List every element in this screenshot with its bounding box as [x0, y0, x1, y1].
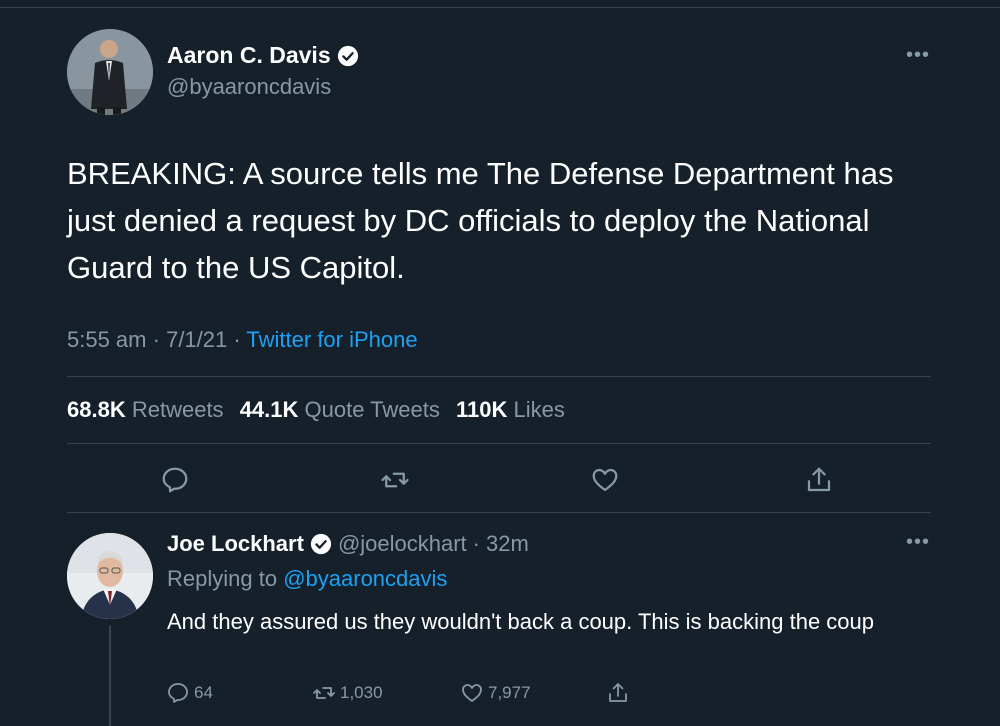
reply-like-button[interactable]: 7,977 — [460, 680, 531, 706]
heart-icon — [592, 468, 618, 492]
share-button[interactable] — [804, 465, 834, 495]
heart-icon — [462, 684, 482, 702]
reply-like-count: 7,977 — [488, 683, 531, 702]
quotes-label: Quote Tweets — [304, 397, 440, 422]
retweet-icon — [313, 687, 335, 699]
divider — [67, 512, 931, 513]
retweet-button[interactable] — [380, 465, 410, 495]
reply-retweet-count: 1,030 — [340, 683, 383, 702]
retweets-label: Retweets — [131, 397, 224, 422]
quotes-stat[interactable]: 44.1K Quote Tweets — [240, 397, 440, 422]
tweet-stats: 68.8K Retweets 44.1K Quote Tweets 110K L… — [67, 397, 565, 423]
retweet-icon — [381, 472, 409, 488]
like-button[interactable] — [590, 465, 620, 495]
divider — [67, 376, 931, 377]
retweets-stat[interactable]: 68.8K Retweets — [67, 397, 224, 422]
reply-icon — [168, 683, 188, 703]
reply-header: Joe Lockhart @joelockhart · 32m — [167, 531, 529, 557]
meta-separator: · — [233, 327, 247, 352]
verified-badge-icon — [337, 45, 359, 67]
reply-icon — [162, 467, 188, 493]
more-icon[interactable]: ••• — [905, 532, 931, 552]
top-divider — [0, 7, 1000, 8]
reply-button[interactable] — [160, 465, 190, 495]
replying-to: Replying to @byaaroncdavis — [167, 566, 447, 592]
reply-author-avatar[interactable] — [67, 533, 153, 619]
author-name-text: Aaron C. Davis — [167, 42, 331, 68]
meta-separator: · — [152, 327, 167, 352]
more-icon[interactable]: ••• — [905, 45, 931, 65]
tweet-text: BREAKING: A source tells me The Defense … — [67, 156, 903, 285]
reply-time[interactable]: 32m — [486, 531, 529, 557]
quotes-count: 44.1K — [239, 397, 299, 422]
meta-separator: · — [472, 531, 480, 556]
author-name[interactable]: Aaron C. Davis — [167, 42, 359, 69]
reply-reply-button[interactable]: 64 — [166, 680, 213, 706]
tweet-meta: 5:55 am · 7/1/21 · Twitter for iPhone — [67, 327, 418, 353]
author-avatar[interactable] — [67, 29, 153, 115]
likes-count: 110K — [456, 397, 508, 422]
replying-to-link[interactable]: @byaaroncdavis — [283, 566, 447, 591]
verified-badge-icon — [310, 533, 332, 555]
author-handle[interactable]: @byaaroncdavis — [167, 74, 331, 100]
reply-retweet-button[interactable]: 1,030 — [312, 680, 383, 706]
thread-line — [109, 626, 111, 726]
reply-text: And they assured us they wouldn't back a… — [167, 609, 874, 634]
retweets-count: 68.8K — [67, 397, 126, 422]
divider — [67, 443, 931, 444]
reply-author-handle[interactable]: @joelockhart — [338, 531, 467, 557]
replying-prefix: Replying to — [167, 566, 278, 591]
reply-share-button[interactable] — [606, 680, 630, 706]
share-icon — [807, 467, 831, 492]
tweet-source-link[interactable]: Twitter for iPhone — [246, 327, 417, 352]
tweet-detail-page: Aaron C. Davis @byaaroncdavis ••• BREAKI… — [0, 0, 1000, 726]
tweet-time[interactable]: 5:55 am — [67, 327, 147, 352]
tweet-date[interactable]: 7/1/21 — [166, 327, 227, 352]
share-icon — [609, 683, 627, 702]
likes-label: Likes — [513, 397, 565, 422]
reply-reply-count: 64 — [194, 683, 213, 702]
likes-stat[interactable]: 110K Likes — [456, 397, 565, 422]
reply-author-name[interactable]: Joe Lockhart — [167, 531, 304, 557]
